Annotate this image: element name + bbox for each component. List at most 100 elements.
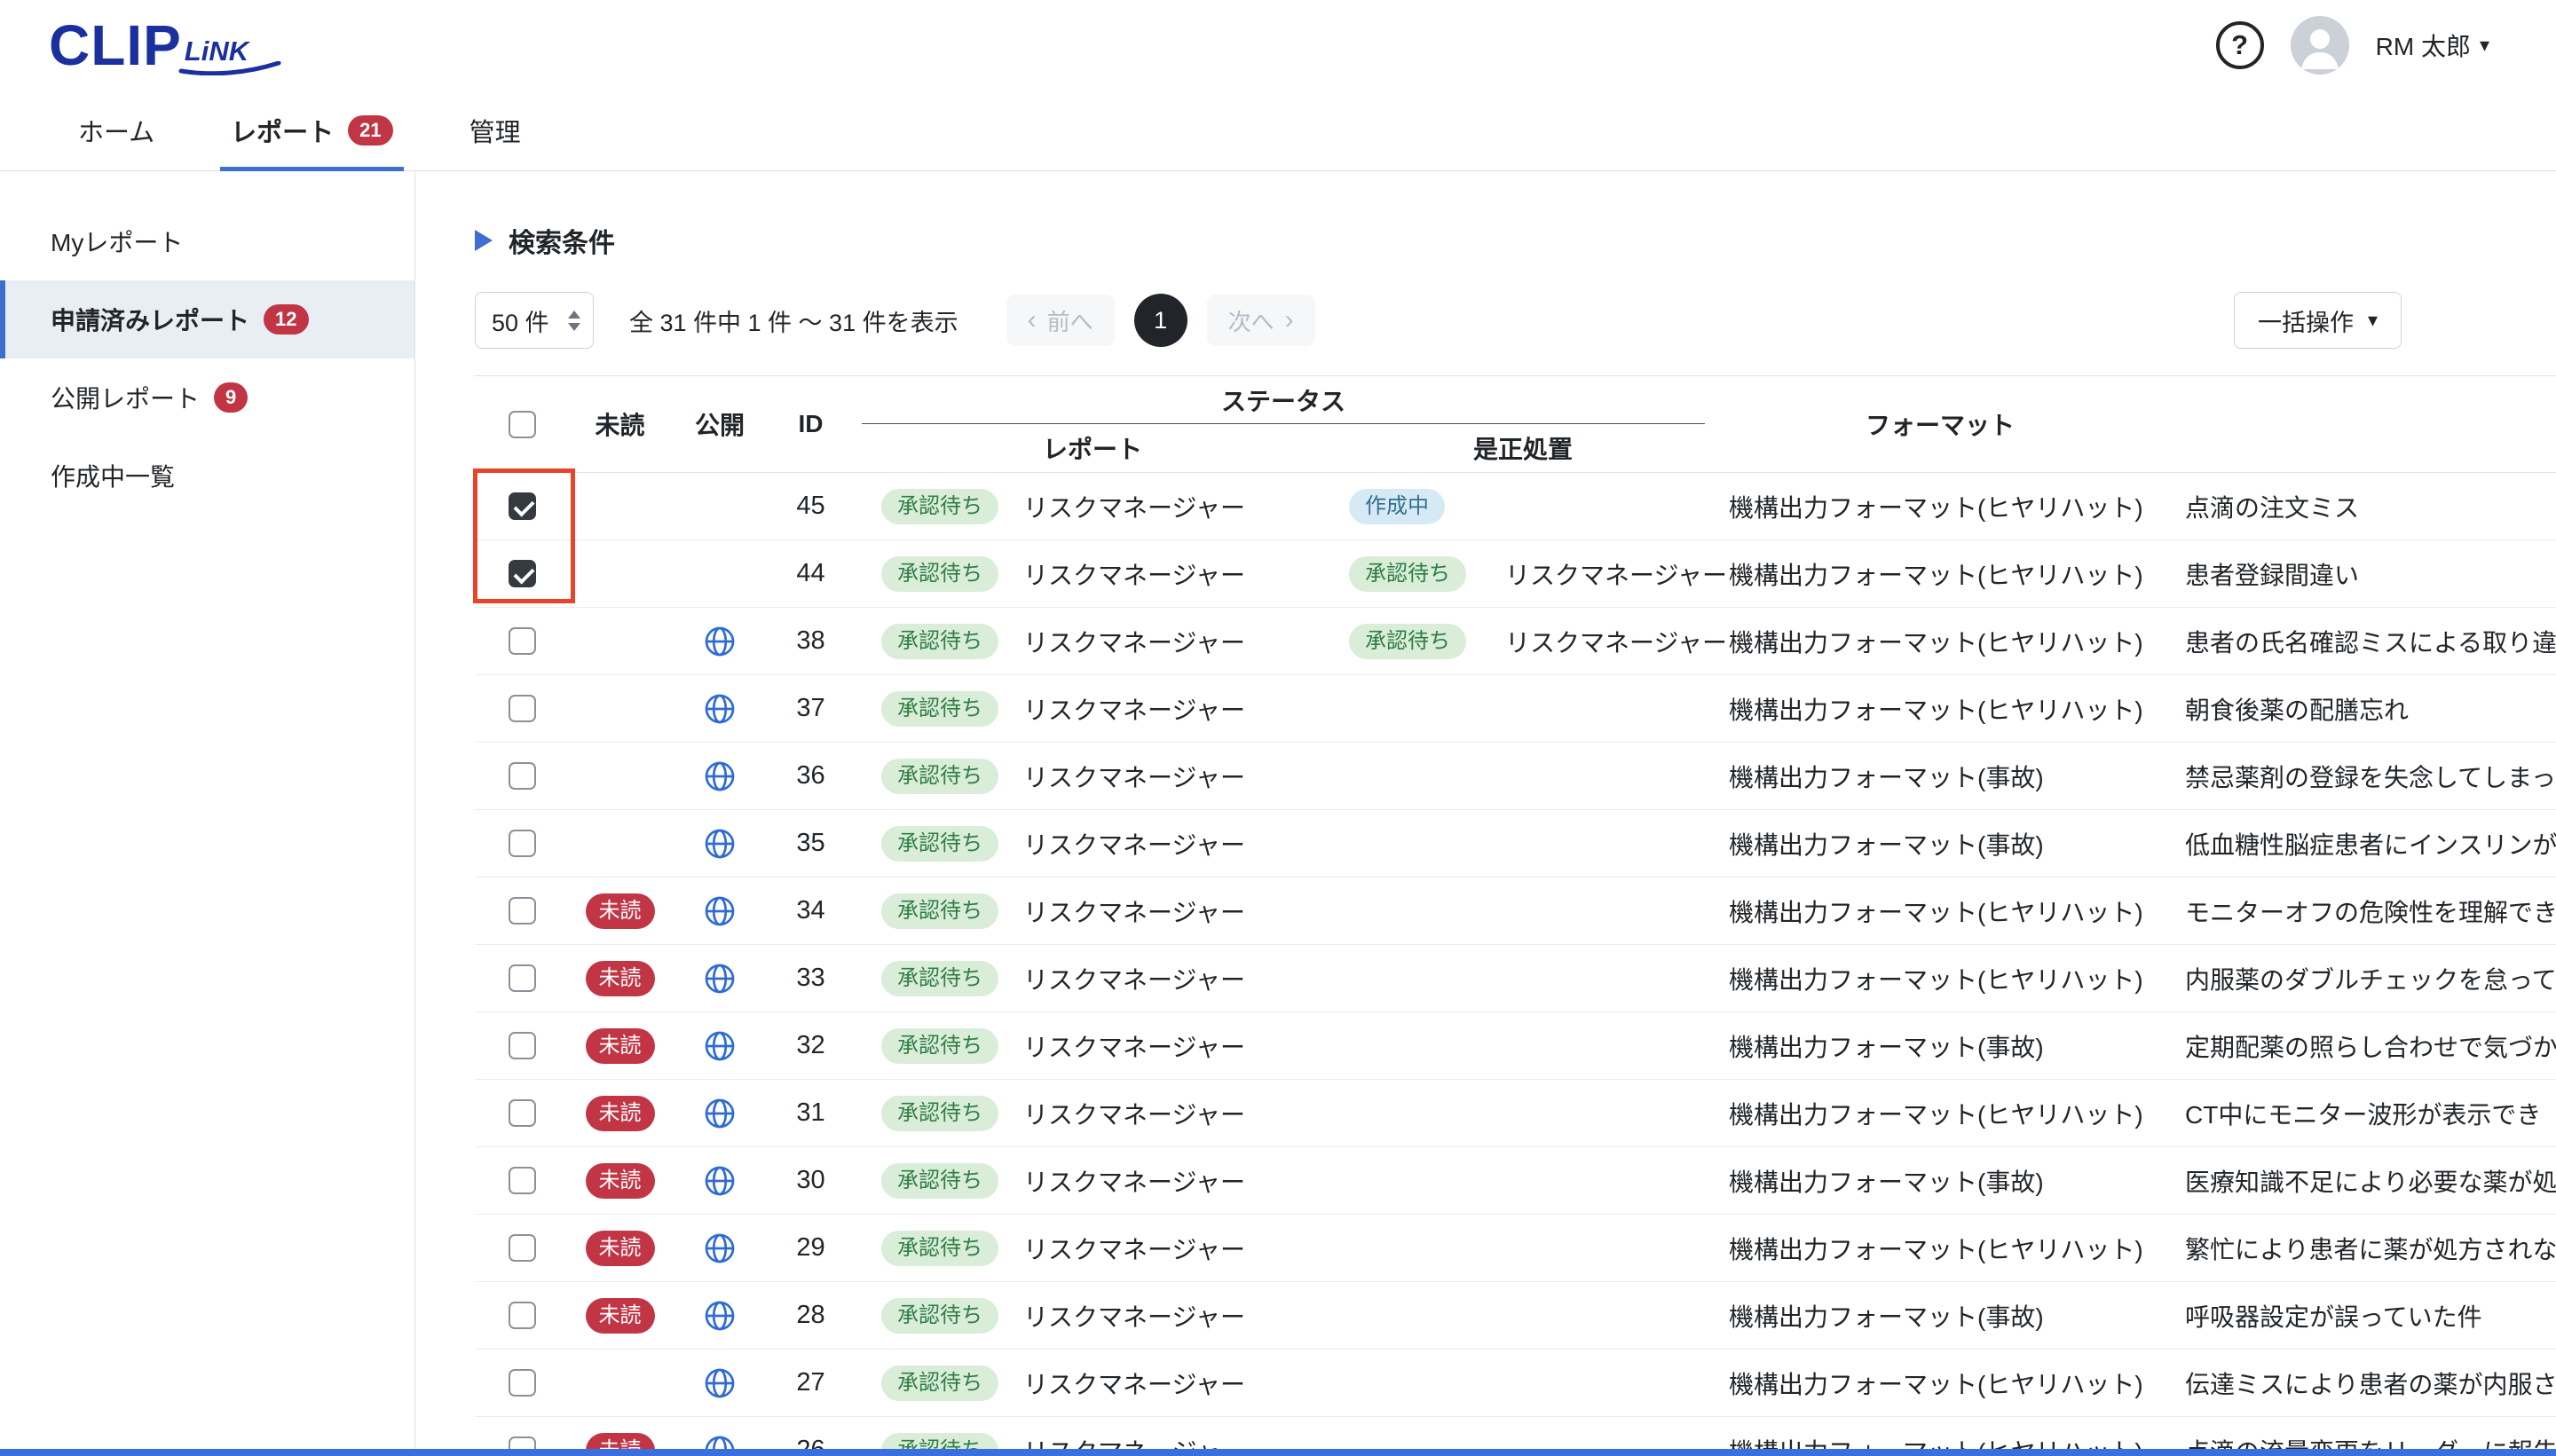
table-row[interactable]: 38 承認待ち リスクマネージャー 承認待ち リスクマネージャー 機構出力フォー… — [475, 608, 2556, 675]
correction-role: リスクマネージャー — [1505, 561, 1728, 589]
checkbox-cell — [475, 1436, 569, 1449]
row-format: 機構出力フォーマット(ヒヤリハット) — [1729, 898, 2143, 926]
row-title[interactable]: 呼吸器設定が誤っていた件 — [2166, 1298, 2556, 1334]
table-row[interactable]: 45 承認待ち リスクマネージャー 作成中 機構出力フォーマット(ヒヤリハット)… — [475, 473, 2556, 540]
report-status-badge: 承認待ち — [881, 1095, 998, 1131]
row-title[interactable]: 患者登録間違い — [2166, 556, 2556, 592]
row-checkbox[interactable] — [508, 560, 536, 587]
table-row[interactable]: 未読 34 承認待ち リスクマネージャー 機構出力フォーマット(ヒヤリハット) … — [475, 878, 2556, 945]
row-checkbox[interactable] — [508, 897, 536, 925]
public-globe-icon — [705, 761, 735, 791]
row-title[interactable]: 朝食後薬の配膳忘れ — [2166, 691, 2556, 727]
row-id: 30 — [796, 1166, 825, 1194]
unread-cell — [569, 702, 671, 716]
row-format: 機構出力フォーマット(事故) — [1729, 763, 2044, 791]
public-cell — [671, 558, 769, 590]
help-icon[interactable]: ? — [2215, 20, 2264, 69]
report-status-cell: 承認待ち リスクマネージャー — [853, 1095, 1332, 1131]
correction-status-cell: 作成中 — [1332, 488, 1714, 524]
unread-cell — [569, 1376, 671, 1390]
table-row[interactable]: 未読 30 承認待ち リスクマネージャー 機構出力フォーマット(事故) 医療知識… — [475, 1147, 2556, 1215]
select-all-checkbox[interactable] — [508, 410, 536, 438]
table-row[interactable]: 36 承認待ち リスクマネージャー 機構出力フォーマット(事故) 禁忌薬剤の登録… — [475, 743, 2556, 810]
row-id: 31 — [796, 1098, 825, 1127]
bulk-action-button[interactable]: 一括操作 ▾ — [2233, 292, 2402, 349]
public-cell — [671, 1435, 769, 1449]
tab-home[interactable]: ホーム — [78, 90, 154, 170]
sidebar-item-public-reports[interactable]: 公開レポート 9 — [0, 358, 414, 437]
row-checkbox[interactable] — [508, 830, 536, 857]
unread-cell: 未読 — [569, 1027, 671, 1064]
row-id: 29 — [796, 1233, 825, 1262]
report-status-badge: 承認待ち — [881, 623, 998, 659]
report-status-badge: 承認待ち — [881, 1230, 998, 1266]
row-checkbox[interactable] — [508, 1234, 536, 1262]
row-checkbox[interactable] — [508, 1167, 536, 1194]
sidebar-item-submitted-reports[interactable]: 申請済みレポート 12 — [0, 280, 414, 358]
row-checkbox[interactable] — [508, 964, 536, 992]
row-title[interactable]: 点滴の注文ミス — [2166, 489, 2556, 524]
public-globe-icon — [705, 1368, 735, 1397]
avatar[interactable] — [2290, 15, 2349, 75]
row-title[interactable]: モニターオフの危険性を理解でき — [2166, 893, 2556, 929]
public-cell — [671, 626, 769, 657]
prev-page-button[interactable]: ‹ 前へ — [1006, 295, 1115, 346]
page-size-select[interactable]: 50 件 — [475, 292, 594, 349]
row-checkbox[interactable] — [508, 492, 536, 520]
row-title[interactable]: CT中にモニター波形が表示でき — [2166, 1096, 2556, 1131]
search-conditions-toggle[interactable]: 検索条件 — [475, 221, 2556, 260]
table-row[interactable]: 37 承認待ち リスクマネージャー 機構出力フォーマット(ヒヤリハット) 朝食後… — [475, 675, 2556, 743]
row-checkbox[interactable] — [508, 695, 536, 722]
row-title[interactable]: 内服薬のダブルチェックを怠って — [2166, 961, 2556, 996]
tab-reports[interactable]: レポート 21 — [220, 90, 404, 171]
report-status-badge: 承認待ち — [881, 758, 998, 794]
table-row[interactable]: 未読 29 承認待ち リスクマネージャー 機構出力フォーマット(ヒヤリハット) … — [475, 1215, 2556, 1282]
row-title[interactable]: 患者の氏名確認ミスによる取り違え — [2166, 624, 2556, 659]
row-checkbox[interactable] — [508, 1032, 536, 1059]
row-title[interactable]: 低血糖性脳症患者にインスリンが — [2166, 826, 2556, 862]
row-title[interactable]: 点滴の流量変更をリーダーに報告 — [2166, 1433, 2556, 1450]
public-cell — [671, 963, 769, 995]
user-name-label: RM 太郎 — [2375, 32, 2471, 60]
app-logo[interactable]: CLIP LiNK — [49, 17, 281, 75]
row-checkbox[interactable] — [508, 762, 536, 790]
table-row[interactable]: 35 承認待ち リスクマネージャー 機構出力フォーマット(事故) 低血糖性脳症患… — [475, 810, 2556, 878]
sidebar-item-drafts[interactable]: 作成中一覧 — [0, 437, 414, 515]
table-row[interactable]: 44 承認待ち リスクマネージャー 承認待ち リスクマネージャー 機構出力フォー… — [475, 540, 2556, 608]
row-checkbox[interactable] — [508, 1369, 536, 1397]
row-format: 機構出力フォーマット(事故) — [1729, 1033, 2044, 1061]
sidebar-item-my-reports[interactable]: Myレポート — [0, 202, 414, 280]
current-page-button[interactable]: 1 — [1133, 294, 1187, 347]
row-title[interactable]: 繁忙により患者に薬が処方されな — [2166, 1231, 2556, 1266]
table-row[interactable]: 未読 28 承認待ち リスクマネージャー 機構出力フォーマット(事故) 呼吸器設… — [475, 1282, 2556, 1350]
table-body: 45 承認待ち リスクマネージャー 作成中 機構出力フォーマット(ヒヤリハット)… — [475, 473, 2556, 1449]
public-globe-icon — [705, 896, 735, 925]
row-title[interactable]: 伝達ミスにより患者の薬が内服さ — [2166, 1365, 2556, 1401]
header-status-group: ステータス — [862, 376, 1705, 424]
row-id: 27 — [796, 1368, 825, 1397]
report-status-badge: 承認待ち — [881, 555, 998, 592]
tab-admin[interactable]: 管理 — [469, 90, 521, 170]
user-menu[interactable]: RM 太郎 ▾ — [2376, 28, 2489, 63]
table-row[interactable]: 27 承認待ち リスクマネージャー 機構出力フォーマット(ヒヤリハット) 伝達ミ… — [475, 1350, 2556, 1417]
report-role: リスクマネージャー — [1023, 628, 1246, 657]
correction-status-badge: 作成中 — [1349, 488, 1445, 524]
unread-badge: 未読 — [585, 1297, 655, 1334]
row-checkbox[interactable] — [508, 627, 536, 655]
table-row[interactable]: 未読 31 承認待ち リスクマネージャー 機構出力フォーマット(ヒヤリハット) … — [475, 1080, 2556, 1147]
table-row[interactable]: 未読 26 承認待ち リスクマネージャー 機構出力フォーマット(ヒヤリハット) … — [475, 1417, 2556, 1449]
next-page-button[interactable]: 次へ › — [1206, 295, 1315, 346]
checkbox-cell — [475, 695, 569, 722]
table-row[interactable]: 未読 32 承認待ち リスクマネージャー 機構出力フォーマット(事故) 定期配薬… — [475, 1012, 2556, 1080]
row-checkbox[interactable] — [508, 1099, 536, 1127]
report-role: リスクマネージャー — [1023, 1235, 1246, 1263]
row-title[interactable]: 医療知識不足により必要な薬が処 — [2166, 1163, 2556, 1199]
row-title[interactable]: 禁忌薬剤の登録を失念してしまっ — [2166, 759, 2556, 794]
row-checkbox[interactable] — [508, 1436, 536, 1449]
row-checkbox[interactable] — [508, 1302, 536, 1329]
table-row[interactable]: 未読 33 承認待ち リスクマネージャー 機構出力フォーマット(ヒヤリハット) … — [475, 945, 2556, 1012]
row-id: 34 — [796, 896, 825, 925]
report-status-cell: 承認待ち リスクマネージャー — [853, 623, 1332, 659]
row-title[interactable]: 定期配薬の照らし合わせで気づか — [2166, 1028, 2556, 1064]
reports-table: 未読 公開 ID ステータス レポート 是正処置 フォーマット 45 承認待ち … — [475, 375, 2556, 1449]
